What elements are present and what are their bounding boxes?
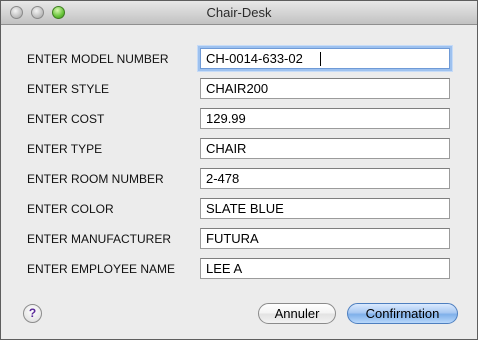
title-bar[interactable]: Chair-Desk	[1, 1, 477, 25]
confirm-button[interactable]: Confirmation	[347, 303, 458, 324]
style-label: ENTER STYLE	[27, 82, 110, 96]
help-icon: ?	[28, 306, 37, 320]
room-number-input[interactable]: 2-478	[200, 168, 450, 189]
color-label: ENTER COLOR	[27, 202, 114, 216]
dialog-window: Chair-Desk ENTER MODEL NUMBER CH-0014-63…	[0, 0, 478, 340]
model-number-label: ENTER MODEL NUMBER	[27, 52, 169, 66]
style-input[interactable]: CHAIR200	[200, 78, 450, 99]
cost-input[interactable]: 129.99	[200, 108, 450, 129]
window-title: Chair-Desk	[206, 5, 272, 20]
cost-label: ENTER COST	[27, 112, 105, 126]
color-input[interactable]: SLATE BLUE	[200, 198, 450, 219]
manufacturer-input[interactable]: FUTURA	[200, 228, 450, 249]
room-number-label: ENTER ROOM NUMBER	[27, 172, 164, 186]
model-number-input[interactable]: CH-0014-633-02	[200, 48, 450, 69]
cancel-button[interactable]: Annuler	[258, 303, 336, 324]
text-caret	[320, 52, 321, 66]
employee-name-input[interactable]: LEE A	[200, 258, 450, 279]
type-input[interactable]: CHAIR	[200, 138, 450, 159]
employee-name-label: ENTER EMPLOYEE NAME	[27, 262, 176, 276]
manufacturer-label: ENTER MANUFACTURER	[27, 232, 172, 246]
type-label: ENTER TYPE	[27, 142, 103, 156]
help-button[interactable]: ?	[23, 304, 42, 323]
